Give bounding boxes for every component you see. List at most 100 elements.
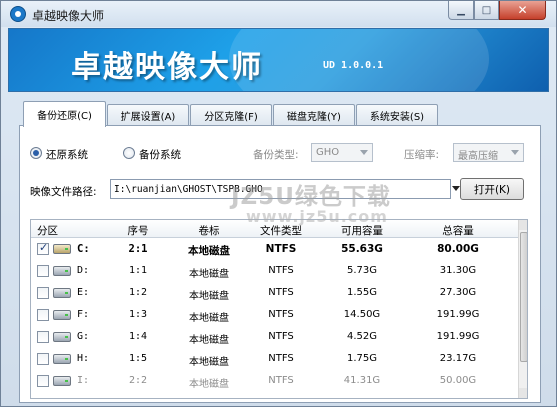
- total-size: 27.30G: [439, 287, 477, 298]
- total-size: 191.99G: [436, 331, 480, 342]
- tab-backup-restore[interactable]: 备份还原(C): [23, 101, 106, 127]
- row-checkbox[interactable]: [37, 375, 49, 387]
- table-scrollbar[interactable]: [518, 220, 527, 398]
- image-path-combobox[interactable]: I:\ruanjian\GHOST\TSPB.GHO: [110, 179, 451, 199]
- filesystem: NTFS: [268, 309, 294, 320]
- table-row[interactable]: E: 1:2 本地磁盘 NTFS 1.55G 27.30G: [31, 282, 518, 304]
- column-header-filesystem[interactable]: 文件类型: [251, 223, 311, 238]
- column-header-index[interactable]: 序号: [118, 223, 158, 238]
- drive-letter: I:: [77, 375, 90, 386]
- free-space: 55.63G: [341, 243, 383, 255]
- restore-system-label[interactable]: 还原系统: [46, 147, 88, 162]
- column-header-label[interactable]: 卷标: [184, 223, 234, 238]
- open-button[interactable]: 打开(K): [460, 178, 524, 200]
- hard-disk-icon: [53, 354, 71, 364]
- scroll-up-arrow-icon[interactable]: [519, 220, 527, 230]
- close-icon: ✕: [517, 3, 528, 17]
- chevron-down-icon[interactable]: [452, 186, 460, 191]
- free-space: 5.73G: [346, 265, 377, 276]
- backup-type-label: 备份类型:: [253, 149, 299, 161]
- volume-label: 本地磁盘: [189, 357, 229, 368]
- drive-letter: H:: [77, 353, 90, 364]
- title-bar[interactable]: 卓越映像大师 ▁ □ ✕: [1, 1, 556, 27]
- total-size: 191.99G: [436, 309, 480, 320]
- column-header-partition[interactable]: 分区: [37, 223, 58, 238]
- app-window: 卓越映像大师 ▁ □ ✕ 卓越映像大师 UD 1.0.0.1 备份还原(C) 扩…: [0, 0, 557, 407]
- row-checkbox[interactable]: [37, 309, 49, 321]
- total-size: 31.30G: [439, 265, 477, 276]
- row-checkbox[interactable]: [37, 241, 49, 255]
- hard-disk-icon: [53, 266, 71, 276]
- tab-partition-clone[interactable]: 分区克隆(F): [190, 104, 272, 126]
- image-path-label: 映像文件路径:: [30, 186, 97, 198]
- tab-extended-settings[interactable]: 扩展设置(A): [107, 104, 189, 126]
- version-label: UD 1.0.0.1: [323, 60, 384, 71]
- table-row[interactable]: F: 1:3 本地磁盘 NTFS 14.50G 191.99G: [31, 304, 518, 326]
- backup-type-select[interactable]: GHO: [311, 143, 373, 162]
- table-row[interactable]: G: 1:4 本地磁盘 NTFS 4.52G 191.99G: [31, 326, 518, 348]
- partition-table: 分区 序号 卷标 文件类型 可用容量 总容量 C: 2:1 本地磁盘 NTFS …: [30, 219, 528, 399]
- volume-label: 本地磁盘: [189, 291, 229, 302]
- volume-label: 本地磁盘: [188, 245, 230, 257]
- partition-index: 1:1: [128, 265, 148, 276]
- chevron-down-icon: [511, 150, 519, 155]
- drive-letter: D:: [77, 265, 90, 276]
- filesystem: NTFS: [265, 243, 297, 255]
- volume-label: 本地磁盘: [189, 269, 229, 280]
- minimize-button[interactable]: ▁: [448, 1, 474, 20]
- maximize-icon: □: [481, 4, 492, 16]
- row-checkbox[interactable]: [37, 331, 49, 343]
- scroll-down-arrow-icon[interactable]: [519, 388, 527, 398]
- scrollbar-thumb[interactable]: [520, 232, 527, 362]
- table-header: 分区 序号 卷标 文件类型 可用容量 总容量: [31, 220, 518, 238]
- table-row[interactable]: H: 1:5 本地磁盘 NTFS 1.75G 23.17G: [31, 348, 518, 370]
- partition-index: 2:1: [128, 243, 148, 255]
- free-space: 14.50G: [343, 309, 381, 320]
- hard-disk-icon: [53, 332, 71, 342]
- backup-restore-panel: 还原系统 备份系统 备份类型: GHO 压缩率: 最高压缩 映像文件路径: I:…: [19, 125, 541, 403]
- tab-disk-clone[interactable]: 磁盘克隆(Y): [273, 104, 355, 126]
- partition-index: 2:2: [128, 375, 148, 386]
- partition-index: 1:5: [128, 353, 148, 364]
- backup-system-radio[interactable]: [123, 147, 135, 159]
- volume-label: 本地磁盘: [189, 335, 229, 346]
- partition-index: 1:4: [128, 331, 148, 342]
- volume-label: 本地磁盘: [189, 379, 229, 390]
- total-size: 23.17G: [439, 353, 477, 364]
- filesystem: NTFS: [268, 331, 294, 342]
- row-checkbox[interactable]: [37, 353, 49, 365]
- partition-index: 1:3: [128, 309, 148, 320]
- row-checkbox[interactable]: [37, 265, 49, 277]
- backup-type-value: GHO: [316, 147, 340, 158]
- drive-letter: C:: [77, 243, 90, 255]
- filesystem: NTFS: [268, 353, 294, 364]
- maximize-button[interactable]: □: [474, 1, 499, 20]
- drive-letter: F:: [77, 309, 90, 320]
- filesystem: NTFS: [268, 287, 294, 298]
- compression-label: 压缩率:: [404, 149, 440, 161]
- window-title: 卓越映像大师: [32, 9, 105, 23]
- column-header-free[interactable]: 可用容量: [327, 223, 397, 238]
- banner-title: 卓越映像大师: [71, 50, 263, 85]
- restore-system-radio[interactable]: [30, 147, 42, 159]
- free-space: 4.52G: [346, 331, 377, 342]
- free-space: 41.31G: [343, 375, 381, 386]
- table-row[interactable]: C: 2:1 本地磁盘 NTFS 55.63G 80.00G: [31, 238, 518, 260]
- compression-select[interactable]: 最高压缩: [453, 143, 524, 162]
- column-header-total[interactable]: 总容量: [423, 223, 493, 238]
- minimize-icon: ▁: [457, 4, 465, 16]
- table-row[interactable]: I: 2:2 本地磁盘 NTFS 41.31G 50.00G: [31, 370, 518, 392]
- row-checkbox[interactable]: [37, 287, 49, 299]
- header-banner: 卓越映像大师 UD 1.0.0.1: [8, 28, 549, 92]
- partition-index: 1:2: [128, 287, 148, 298]
- backup-system-label[interactable]: 备份系统: [139, 147, 181, 162]
- tab-system-install[interactable]: 系统安装(S): [356, 104, 438, 126]
- hard-disk-icon: [53, 376, 71, 386]
- hard-disk-icon: [53, 288, 71, 298]
- table-row[interactable]: D: 1:1 本地磁盘 NTFS 5.73G 31.30G: [31, 260, 518, 282]
- compression-value: 最高压缩: [458, 151, 498, 162]
- free-space: 1.75G: [346, 353, 377, 364]
- total-size: 50.00G: [439, 375, 477, 386]
- app-logo-icon: [10, 6, 26, 22]
- close-button[interactable]: ✕: [499, 1, 546, 20]
